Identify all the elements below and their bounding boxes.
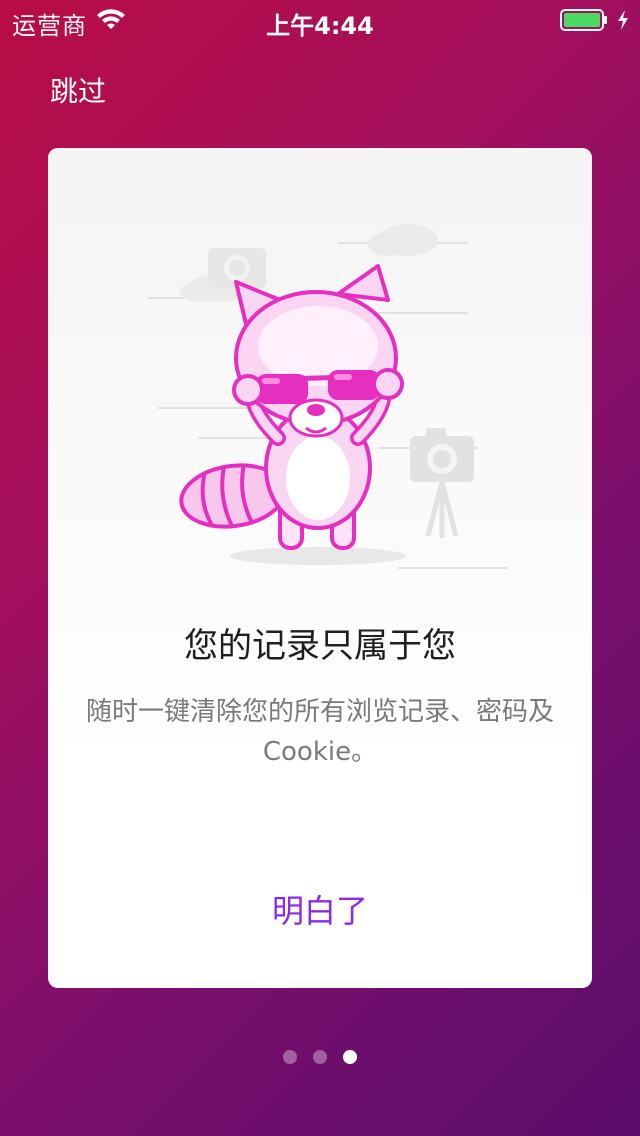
page-dot[interactable] [283, 1050, 297, 1064]
onboarding-card: 您的记录只属于您 随时一键清除您的所有浏览记录、密码及 Cookie。 明白了 [48, 148, 592, 988]
battery-icon [560, 9, 607, 31]
character-shadow [230, 547, 406, 565]
status-bar: 运营商 上午4:44 [0, 0, 640, 40]
card-description: 随时一键清除您的所有浏览记录、密码及 Cookie。 [85, 697, 554, 767]
skip-button[interactable]: 跳过 [50, 70, 106, 110]
page-dot[interactable] [313, 1050, 327, 1064]
page-dot[interactable] [343, 1050, 357, 1064]
clock: 上午4:44 [266, 12, 374, 40]
page-indicator [0, 1049, 640, 1065]
raccoon-sunglasses-illustration [148, 224, 508, 569]
camera-on-tripod-icon [410, 428, 474, 538]
charging-icon [618, 10, 628, 30]
got-it-button[interactable]: 明白了 [220, 884, 420, 934]
card-title: 您的记录只属于您 [184, 626, 456, 666]
